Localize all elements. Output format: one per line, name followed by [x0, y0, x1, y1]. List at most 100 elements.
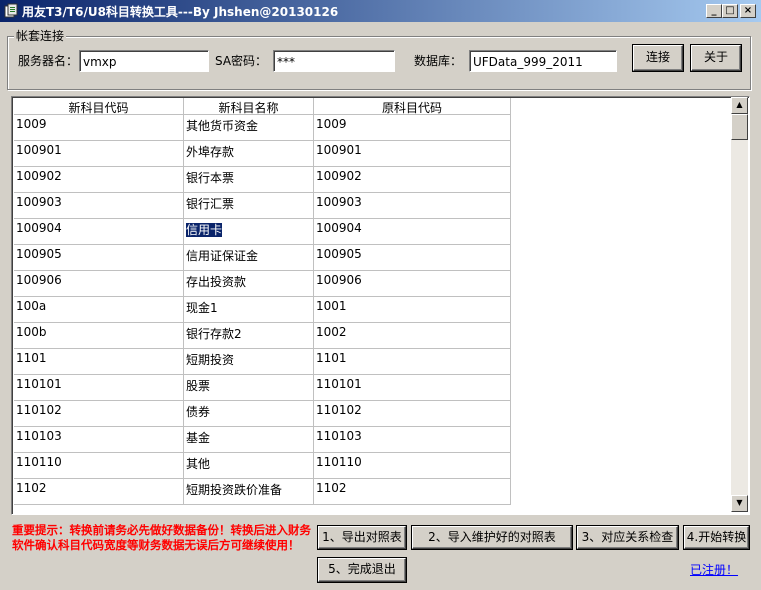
server-input[interactable]: vmxp	[79, 50, 209, 72]
new-name-cell[interactable]: 外埠存款	[184, 141, 314, 167]
new-code-cell[interactable]: 110110	[14, 453, 184, 479]
old-code-cell[interactable]: 1101	[314, 349, 511, 375]
cell-text: 现金1	[186, 301, 218, 315]
sa-password-input[interactable]: ***	[273, 50, 395, 72]
cell-text: 信用卡	[186, 223, 223, 237]
new-code-cell[interactable]: 100901	[14, 141, 184, 167]
close-icon[interactable]: ×	[740, 4, 756, 18]
registered-link[interactable]: 已注册！	[690, 561, 738, 578]
table-row[interactable]: 100903 银行汇票 100903	[14, 193, 511, 219]
old-code-cell[interactable]: 100902	[314, 167, 511, 193]
maximize-icon[interactable]: □	[722, 4, 738, 18]
table-row[interactable]: 110102 债券 110102	[14, 401, 511, 427]
table-row[interactable]: 1009 其他货币资金 1009	[14, 115, 511, 141]
cell-text: 其他货币资金	[186, 119, 259, 133]
column-header-old-code[interactable]: 原科目代码	[314, 98, 511, 115]
table-row[interactable]: 100906 存出投资款 100906	[14, 271, 511, 297]
old-code-cell[interactable]: 100905	[314, 245, 511, 271]
column-header-new-code[interactable]: 新科目代码	[14, 98, 184, 115]
new-code-cell[interactable]: 110101	[14, 375, 184, 401]
grid-header: 新科目代码 新科目名称 原科目代码	[14, 98, 511, 115]
cell-text: 短期投资跌价准备	[186, 483, 283, 497]
new-name-cell[interactable]: 现金1	[184, 297, 314, 323]
window-title: 用友T3/T6/U8科目转换工具---By Jhshen@20130126	[22, 5, 339, 19]
check-mapping-button[interactable]: 3、对应关系检查	[577, 526, 678, 549]
connection-group-label: 帐套连接	[14, 27, 67, 44]
new-code-cell[interactable]: 110103	[14, 427, 184, 453]
new-name-cell[interactable]: 短期投资	[184, 349, 314, 375]
old-code-cell[interactable]: 110103	[314, 427, 511, 453]
table-row[interactable]: 100a 现金1 1001	[14, 297, 511, 323]
cell-text: 短期投资	[186, 353, 235, 367]
cell-text: 110110	[16, 455, 62, 469]
new-code-cell[interactable]: 100a	[14, 297, 184, 323]
new-name-cell[interactable]: 信用卡	[184, 219, 314, 245]
table-row[interactable]: 110110 其他 110110	[14, 453, 511, 479]
new-code-cell[interactable]: 100904	[14, 219, 184, 245]
new-code-cell[interactable]: 1102	[14, 479, 184, 505]
old-code-cell[interactable]: 100906	[314, 271, 511, 297]
old-code-cell[interactable]: 1002	[314, 323, 511, 349]
scroll-down-icon[interactable]: ▼	[731, 495, 748, 512]
old-code-cell[interactable]: 110110	[314, 453, 511, 479]
table-row[interactable]: 1102 短期投资跌价准备 1102	[14, 479, 511, 505]
cell-text: 110102	[316, 403, 362, 417]
minimize-icon[interactable]: _	[706, 4, 722, 18]
table-row[interactable]: 1101 短期投资 1101	[14, 349, 511, 375]
old-code-cell[interactable]: 1001	[314, 297, 511, 323]
vertical-scrollbar[interactable]: ▲ ▼	[731, 97, 748, 512]
finish-exit-button[interactable]: 5、完成退出	[318, 558, 406, 582]
new-name-cell[interactable]: 债券	[184, 401, 314, 427]
cell-text: 100904	[16, 221, 62, 235]
new-name-cell[interactable]: 其他	[184, 453, 314, 479]
old-code-cell[interactable]: 100903	[314, 193, 511, 219]
column-header-new-name[interactable]: 新科目名称	[184, 98, 314, 115]
start-convert-button[interactable]: 4.开始转换	[684, 526, 749, 549]
export-mapping-button[interactable]: 1、导出对照表	[318, 526, 406, 549]
new-code-cell[interactable]: 100b	[14, 323, 184, 349]
new-code-cell[interactable]: 100902	[14, 167, 184, 193]
old-code-cell[interactable]: 100904	[314, 219, 511, 245]
about-button[interactable]: 关于	[691, 45, 741, 71]
title-bar[interactable]: 用友T3/T6/U8科目转换工具---By Jhshen@20130126 _ …	[0, 0, 761, 22]
new-code-cell[interactable]: 1101	[14, 349, 184, 375]
old-code-cell[interactable]: 1009	[314, 115, 511, 141]
cell-text: 100903	[16, 195, 62, 209]
new-code-cell[interactable]: 100905	[14, 245, 184, 271]
cell-text: 100903	[316, 195, 362, 209]
old-code-cell[interactable]: 1102	[314, 479, 511, 505]
new-name-cell[interactable]: 银行本票	[184, 167, 314, 193]
new-code-cell[interactable]: 100903	[14, 193, 184, 219]
table-row[interactable]: 100904 信用卡 100904	[14, 219, 511, 245]
scroll-up-icon[interactable]: ▲	[731, 97, 748, 114]
import-mapping-button[interactable]: 2、导入维护好的对照表	[412, 526, 572, 549]
cell-text: 110110	[316, 455, 362, 469]
new-name-cell[interactable]: 短期投资跌价准备	[184, 479, 314, 505]
connect-button[interactable]: 连接	[633, 45, 683, 71]
old-code-cell[interactable]: 100901	[314, 141, 511, 167]
table-row[interactable]: 100902 银行本票 100902	[14, 167, 511, 193]
new-name-cell[interactable]: 股票	[184, 375, 314, 401]
old-code-cell[interactable]: 110102	[314, 401, 511, 427]
new-name-cell[interactable]: 信用证保证金	[184, 245, 314, 271]
table-row[interactable]: 110103 基金 110103	[14, 427, 511, 453]
new-name-cell[interactable]: 存出投资款	[184, 271, 314, 297]
new-name-cell[interactable]: 其他货币资金	[184, 115, 314, 141]
table-row[interactable]: 100b 银行存款2 1002	[14, 323, 511, 349]
table-row[interactable]: 110101 股票 110101	[14, 375, 511, 401]
new-code-cell[interactable]: 110102	[14, 401, 184, 427]
table-row[interactable]: 100905 信用证保证金 100905	[14, 245, 511, 271]
scroll-thumb[interactable]	[731, 114, 748, 140]
cell-text: 100901	[316, 143, 362, 157]
new-name-cell[interactable]: 基金	[184, 427, 314, 453]
old-code-cell[interactable]: 110101	[314, 375, 511, 401]
table-row[interactable]: 100901 外埠存款 100901	[14, 141, 511, 167]
mapping-grid[interactable]: 新科目代码 新科目名称 原科目代码 1009 其他货币资金 1009 100901 外埠…	[11, 96, 750, 515]
new-name-cell[interactable]: 银行汇票	[184, 193, 314, 219]
new-code-cell[interactable]: 100906	[14, 271, 184, 297]
new-code-cell[interactable]: 1009	[14, 115, 184, 141]
new-name-cell[interactable]: 银行存款2	[184, 323, 314, 349]
database-input[interactable]: UFData_999_2011	[469, 50, 617, 72]
cell-text: 100901	[16, 143, 62, 157]
cell-text: 股票	[186, 379, 211, 393]
